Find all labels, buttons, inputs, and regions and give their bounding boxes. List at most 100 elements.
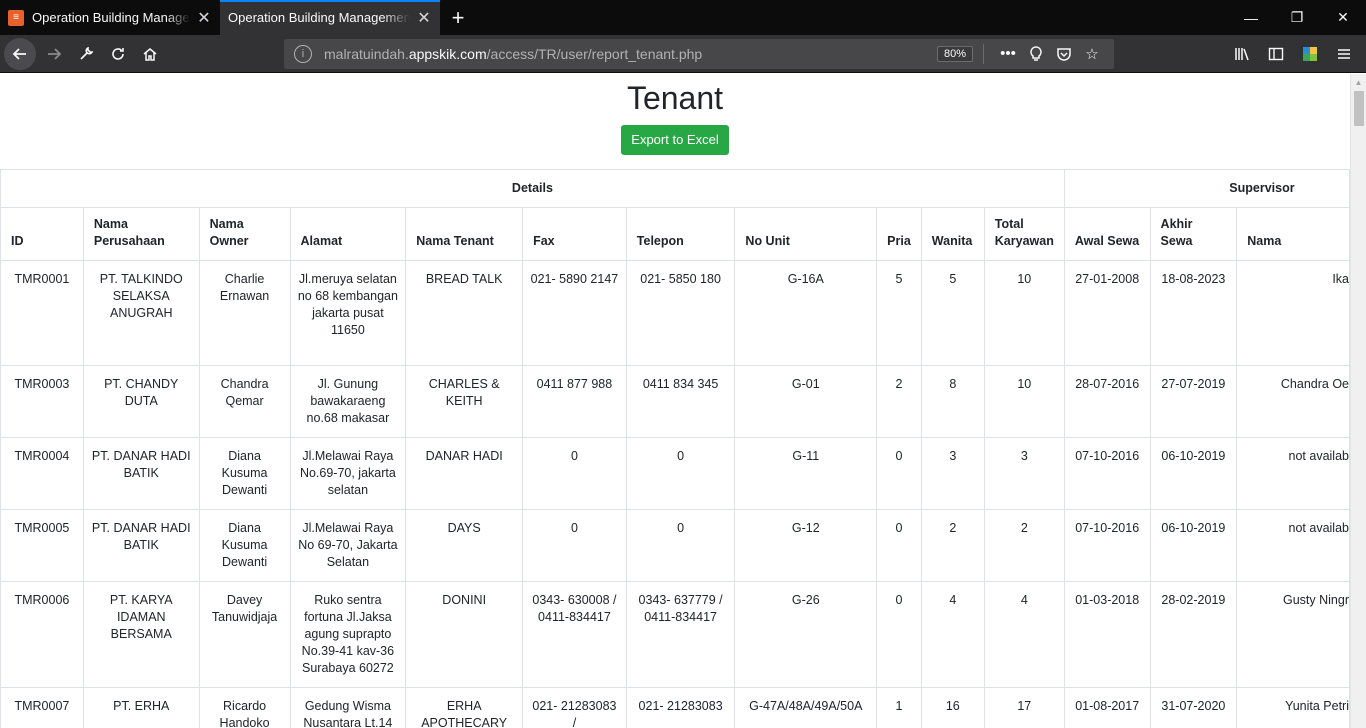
table-cell: PT. ERHA xyxy=(82,687,200,728)
table-cell: Gedung Wisma Nusantara Lt.14 xyxy=(289,687,407,728)
table-cell: 0411 877 988 xyxy=(522,365,627,438)
menu-hamburger-icon[interactable] xyxy=(1328,38,1360,70)
browser-tab-2[interactable]: Operation Building Management System ✕ xyxy=(220,0,440,35)
table-cell: PT. TALKINDO SELAKSA ANUGRAH xyxy=(82,260,200,366)
close-tab-icon[interactable]: ✕ xyxy=(416,10,432,27)
zoom-indicator[interactable]: 80% xyxy=(936,45,973,62)
table-cell: Diana Kusuma Dewanti xyxy=(198,509,291,582)
home-button[interactable] xyxy=(134,38,166,70)
extension-icon[interactable] xyxy=(1294,38,1326,70)
details-group-header: Details xyxy=(0,169,1065,208)
table-cell: Jl.Melawai Raya No 69-70, Jakarta Selata… xyxy=(289,509,407,582)
library-icon[interactable] xyxy=(1226,38,1258,70)
column-header: Total Karyawan xyxy=(983,207,1065,261)
table-cell: PT. DANAR HADI BATIK xyxy=(82,509,200,582)
table-cell: Chandra Oe xyxy=(1236,365,1350,438)
back-button[interactable] xyxy=(4,37,36,70)
window-controls: — ❐ ✕ xyxy=(1228,0,1366,35)
table-cell: 10 xyxy=(983,365,1065,438)
table-cell: 06-10-2019 xyxy=(1149,509,1238,582)
site-info-icon[interactable]: i xyxy=(294,44,312,63)
column-header: Pria xyxy=(876,207,922,261)
vertical-scrollbar[interactable]: ▲ xyxy=(1350,74,1366,728)
table-cell: 07-10-2016 xyxy=(1063,509,1151,582)
minimize-icon[interactable]: — xyxy=(1228,0,1274,35)
column-header: Nama Owner xyxy=(198,207,291,261)
table-cell: 021- 5890 2147 xyxy=(522,260,627,366)
table-cell: Ricardo Handoko xyxy=(198,687,291,728)
table-cell: 3 xyxy=(920,437,985,510)
table-cell: 4 xyxy=(983,581,1065,688)
lightbulb-icon[interactable] xyxy=(1022,45,1050,62)
close-tab-icon[interactable]: ✕ xyxy=(196,10,212,27)
pocket-icon[interactable] xyxy=(1050,46,1078,62)
table-cell: Ruko sentra fortuna Jl.Jaksa agung supra… xyxy=(289,581,407,688)
site-favicon-icon: ≡ xyxy=(8,9,24,26)
table-cell: 0343- 637779 / 0411-834417 xyxy=(625,581,736,688)
table-row: TMR0001 PT. TALKINDO SELAKSA ANUGRAH Charl… xyxy=(0,260,1350,366)
table-cell: 0411 834 345 xyxy=(625,365,736,438)
table-cell: 27-01-2008 xyxy=(1063,260,1151,366)
sidebar-icon[interactable] xyxy=(1260,38,1292,70)
table-cell: Davey Tanuwidjaja xyxy=(198,581,291,688)
forward-button[interactable] xyxy=(38,38,70,70)
table-cell: 18-08-2023 xyxy=(1149,260,1238,366)
browser-tab-1[interactable]: ≡ Operation Building Management System ✕ xyxy=(0,0,220,35)
page-content: Tenant Export to Excel Details Superviso… xyxy=(0,74,1350,728)
customize-wrench-icon[interactable] xyxy=(70,38,102,70)
table-row: TMR0005 PT. DANAR HADI BATIK Diana Kusuma … xyxy=(0,509,1350,582)
table-cell: TMR0001 xyxy=(0,260,84,366)
export-excel-button[interactable]: Export to Excel xyxy=(621,125,729,155)
table-cell: 2 xyxy=(876,365,922,438)
table-cell: G-47A/48A/49A/50A xyxy=(734,687,878,728)
column-header: Fax xyxy=(522,207,627,261)
table-cell: Charlie Ernawan xyxy=(198,260,291,366)
table-cell: 4 xyxy=(920,581,985,688)
table-cell: 0 xyxy=(876,509,922,582)
table-cell: DAYS xyxy=(405,509,524,582)
page-actions-icon[interactable]: ••• xyxy=(994,45,1022,62)
table-row: TMR0003 PT. CHANDY DUTA Chandra Qemar Jl. G… xyxy=(0,365,1350,438)
column-header: Awal Sewa xyxy=(1063,207,1151,261)
table-cell: TMR0007 xyxy=(0,687,84,728)
column-header: Alamat xyxy=(289,207,407,261)
table-cell: BREAD TALK xyxy=(405,260,524,366)
table-cell: DANAR HADI xyxy=(405,437,524,510)
table-cell: 01-08-2017 xyxy=(1063,687,1151,728)
table-cell: not availab xyxy=(1236,437,1350,510)
tab-title: Operation Building Management System xyxy=(32,10,190,25)
reload-button[interactable] xyxy=(102,38,134,70)
tab-bar: ≡ Operation Building Management System ✕… xyxy=(0,0,1366,35)
table-cell: not availab xyxy=(1236,509,1350,582)
table-cell: Ika xyxy=(1236,260,1350,366)
urlbar-divider xyxy=(983,43,984,64)
table-cell: 06-10-2019 xyxy=(1149,437,1238,510)
table-cell: PT. KARYA IDAMAN BERSAMA xyxy=(82,581,200,688)
table-cell: 021- 5850 180 xyxy=(625,260,736,366)
table-cell: TMR0006 xyxy=(0,581,84,688)
table-cell: 8 xyxy=(920,365,985,438)
bookmark-star-icon[interactable]: ☆ xyxy=(1078,45,1106,63)
url-text[interactable]: malratuindah.appskik.com/access/TR/user/… xyxy=(324,46,937,62)
table-cell: PT. DANAR HADI BATIK xyxy=(82,437,200,510)
supervisor-group-header: Supervisor xyxy=(1063,169,1350,208)
forward-arrow-icon xyxy=(48,47,62,60)
table-cell: Jl.Melawai Raya No.69-70, jakarta selata… xyxy=(289,437,407,510)
table-cell: 1 xyxy=(876,687,922,728)
column-header: Nama xyxy=(1236,207,1350,261)
address-bar[interactable]: i malratuindah.appskik.com/access/TR/use… xyxy=(284,38,1114,69)
table-cell: PT. CHANDY DUTA xyxy=(82,365,200,438)
table-cell: CHARLES & KEITH xyxy=(405,365,524,438)
new-tab-button[interactable]: + xyxy=(440,0,476,35)
table-cell: 0 xyxy=(522,509,627,582)
scrollbar-thumb[interactable] xyxy=(1354,91,1364,126)
restore-icon[interactable]: ❐ xyxy=(1274,0,1320,35)
table-cell: 27-07-2019 xyxy=(1149,365,1238,438)
window-close-icon[interactable]: ✕ xyxy=(1320,0,1366,35)
table-cell: 5 xyxy=(920,260,985,366)
tab-title: Operation Building Management System xyxy=(228,10,410,25)
table-row: TMR0006 PT. KARYA IDAMAN BERSAMA Davey Tan… xyxy=(0,581,1350,688)
table-cell: 01-03-2018 xyxy=(1063,581,1151,688)
scroll-up-icon[interactable]: ▲ xyxy=(1351,74,1366,90)
back-arrow-icon xyxy=(12,47,26,60)
